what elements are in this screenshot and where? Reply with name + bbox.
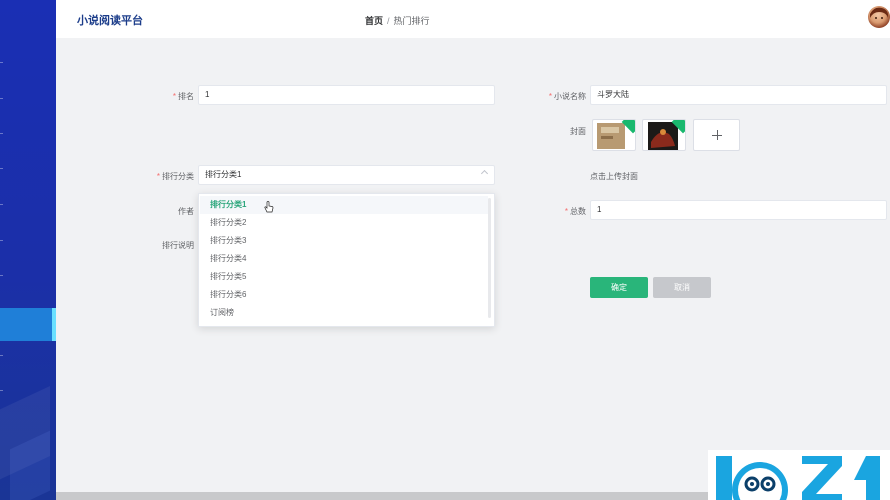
cover-label: 封面 <box>570 127 586 136</box>
sidebar-marker <box>0 390 3 391</box>
dropdown-option[interactable]: 排行分类1 <box>200 196 488 214</box>
category-select-value: 排行分类1 <box>205 170 242 179</box>
chevron-up-icon <box>480 169 489 178</box>
dropdown-option[interactable]: 排行分类4 <box>200 250 488 268</box>
breadcrumb: 首页 / 热门排行 <box>365 14 430 27</box>
required-mark: * <box>156 172 160 181</box>
top-header: 小说阅读平台 首页 / 热门排行 <box>56 0 890 38</box>
cover-thumbnail[interactable] <box>642 119 686 151</box>
total-label: * 总数 <box>556 206 586 217</box>
rank-label-text: 排名 <box>178 92 194 101</box>
total-label-text: 总数 <box>570 207 586 216</box>
sidebar-marker <box>0 62 3 63</box>
sidebar-marker <box>0 204 3 205</box>
breadcrumb-home[interactable]: 首页 <box>365 16 383 26</box>
dropdown-option[interactable]: 排行分类3 <box>200 232 488 250</box>
author-label: 作者 <box>178 207 194 216</box>
sidebar-marker <box>0 133 3 134</box>
novel-name-label-text: 小说名称 <box>554 92 586 101</box>
app-title: 小说阅读平台 <box>77 15 143 27</box>
dropdown-option[interactable]: 排行分类6 <box>200 286 488 304</box>
category-label: * 排行分类 <box>150 171 194 182</box>
avatar[interactable] <box>868 6 890 28</box>
confirm-button[interactable]: 确定 <box>590 277 648 298</box>
category-dropdown: 排行分类1 排行分类2 排行分类3 排行分类4 排行分类5 排行分类6 订阅榜 <box>198 193 495 327</box>
sidebar-marker <box>0 240 3 241</box>
rank-label: * 排名 <box>160 91 194 102</box>
sidebar-marker <box>0 98 3 99</box>
novel-name-input[interactable]: 斗罗大陆 <box>590 85 887 105</box>
breadcrumb-current: 热门排行 <box>393 16 430 26</box>
total-input[interactable]: 1 <box>590 200 887 220</box>
plus-icon <box>717 130 718 140</box>
sidebar-marker <box>0 168 3 169</box>
required-mark: * <box>564 207 568 216</box>
breadcrumb-separator: / <box>387 16 390 26</box>
required-mark: * <box>172 92 176 101</box>
required-mark: * <box>548 92 552 101</box>
dropdown-scrollbar[interactable] <box>488 198 491 318</box>
cover-upload-hint: 点击上传封面 <box>590 172 638 181</box>
cover-thumbnail[interactable] <box>592 119 636 151</box>
sidebar-marker <box>0 275 3 276</box>
sidebar-active-indicator <box>52 308 56 341</box>
dropdown-option[interactable]: 排行分类5 <box>200 268 488 286</box>
watermark-logo <box>708 450 890 500</box>
novel-name-label: * 小说名称 <box>540 91 586 102</box>
description-label: 排行说明 <box>162 241 194 250</box>
cancel-button[interactable]: 取消 <box>653 277 711 298</box>
sidebar-marker <box>0 355 3 356</box>
upload-cover-button[interactable] <box>693 119 740 151</box>
sidebar <box>0 0 56 500</box>
horizontal-scrollbar[interactable] <box>56 492 716 500</box>
rank-input[interactable]: 1 <box>198 85 495 105</box>
dropdown-option[interactable]: 排行分类2 <box>200 214 488 232</box>
sidebar-item-active[interactable] <box>0 308 56 341</box>
hand-pointer-icon <box>264 201 274 213</box>
dropdown-option[interactable]: 订阅榜 <box>200 304 488 322</box>
category-select[interactable]: 排行分类1 <box>198 165 495 185</box>
category-label-text: 排行分类 <box>162 172 194 181</box>
